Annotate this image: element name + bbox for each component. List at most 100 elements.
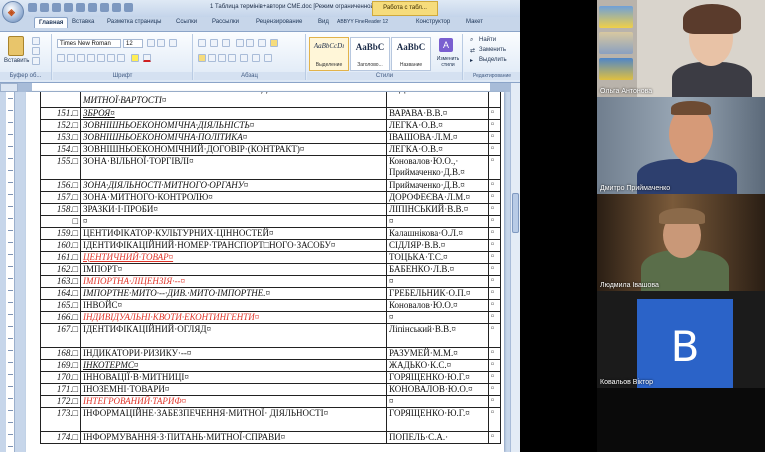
- term-cell[interactable]: ІНКОТЕРМС¤: [80, 359, 387, 372]
- end-mark[interactable]: ¤: [488, 119, 501, 132]
- replace-button[interactable]: Заменить: [479, 47, 506, 53]
- author-cell[interactable]: ГРЕБЕЛЬНИК·О.П.¤: [386, 287, 489, 300]
- end-mark[interactable]: ¤: [488, 275, 501, 288]
- term-cell[interactable]: ІНТЕГРОВАНИЙ·ТАРИФ¤: [80, 395, 387, 408]
- term-cell[interactable]: ІМПОРТ¤: [80, 263, 387, 276]
- show-marks-icon[interactable]: [270, 39, 278, 47]
- row-number[interactable]: 163.□: [40, 275, 81, 288]
- row-number[interactable]: 158.□: [40, 203, 81, 216]
- end-mark[interactable]: ¤: [488, 407, 501, 432]
- bullets-icon[interactable]: [198, 39, 206, 47]
- end-mark[interactable]: ¤: [488, 215, 501, 228]
- author-cell[interactable]: ЖАДЬКО·К.С.¤: [386, 359, 489, 372]
- font-size-select[interactable]: 12: [123, 39, 143, 48]
- end-mark[interactable]: ¤: [488, 155, 501, 180]
- style-title[interactable]: AaBbC Название: [391, 37, 431, 71]
- participant-tile[interactable]: Дмитро Приймаченко: [597, 97, 765, 194]
- author-cell[interactable]: СІДЛЯР·В.В.¤: [386, 239, 489, 252]
- font-name-select[interactable]: Times New Roman: [57, 39, 121, 48]
- term-cell[interactable]: ІНВОЙС¤: [80, 299, 387, 312]
- tab-references[interactable]: Ссылки: [176, 19, 197, 25]
- row-number[interactable]: 167.□: [40, 323, 81, 348]
- term-cell[interactable]: ІНДИВІДУАЛЬНІ·КВОТИ·ЕКОНТИНГЕНТИ¤: [80, 311, 387, 324]
- clear-format-icon[interactable]: [169, 39, 177, 47]
- vertical-scrollbar[interactable]: [510, 83, 520, 452]
- end-mark[interactable]: ¤: [488, 311, 501, 324]
- new-document-icon[interactable]: [64, 3, 73, 12]
- end-mark[interactable]: ¤: [488, 179, 501, 192]
- row-number[interactable]: 165.□: [40, 299, 81, 312]
- author-cell[interactable]: ІВАШОВА·Л.М.¤: [386, 131, 489, 144]
- tab-design[interactable]: Конструктор: [416, 19, 450, 25]
- term-cell[interactable]: ІНФОРМУВАННЯ·З·ПИТАНЬ·МИТНОЇ·СПРАВИ¤: [80, 431, 387, 444]
- author-cell[interactable]: ¤: [386, 275, 489, 288]
- align-center-icon[interactable]: [208, 54, 216, 62]
- row-number[interactable]: 161.□: [40, 251, 81, 264]
- term-cell[interactable]: ІНОЗЕМНІ·ТОВАРИ¤: [80, 383, 387, 396]
- row-number[interactable]: 172.□: [40, 395, 81, 408]
- save-icon[interactable]: [28, 3, 37, 12]
- bold-icon[interactable]: [57, 54, 65, 62]
- author-cell[interactable]: РУДА·Т.В.¤: [386, 92, 489, 108]
- row-number[interactable]: 156.□: [40, 179, 81, 192]
- strikethrough-icon[interactable]: [87, 54, 95, 62]
- participant-tile[interactable]: Ольга Антонова: [597, 0, 765, 97]
- row-number[interactable]: 151.□: [40, 107, 81, 120]
- customize-toolbar-icon[interactable]: [124, 3, 133, 12]
- author-cell[interactable]: ГОРЯЩЕНКО·Ю.Г.¤: [386, 407, 489, 432]
- term-cell[interactable]: ЗОНА·ДІЯЛЬНОСТІ·МИТНОГО·ОРГАНУ¤: [80, 179, 387, 192]
- end-mark[interactable]: ¤: [488, 359, 501, 372]
- tab-abbyy[interactable]: ABBYY FineReader 12: [337, 19, 388, 25]
- term-cell[interactable]: ЗРАЗКИ·І·ПРОБИ¤: [80, 203, 387, 216]
- multilevel-list-icon[interactable]: [222, 39, 230, 47]
- end-mark[interactable]: ¤: [488, 371, 501, 384]
- end-mark[interactable]: ¤: [488, 299, 501, 312]
- term-cell[interactable]: ЦЕНТИФІКАТОР·КУЛЬТУРНИХ·ЦІННОСТЕЙ¤: [80, 227, 387, 240]
- author-cell[interactable]: ГОРЯЩЕНКО·Ю.Г.¤: [386, 371, 489, 384]
- open-folder-icon[interactable]: [76, 3, 85, 12]
- scrollbar-thumb[interactable]: [512, 193, 519, 233]
- end-mark[interactable]: ¤: [488, 239, 501, 252]
- subscript-icon[interactable]: [97, 54, 105, 62]
- undo-icon[interactable]: [40, 3, 49, 12]
- row-number[interactable]: 152.□: [40, 119, 81, 132]
- end-mark[interactable]: ¤: [488, 383, 501, 396]
- end-mark[interactable]: ¤: [488, 107, 501, 120]
- row-number[interactable]: 166.□: [40, 311, 81, 324]
- row-number[interactable]: 153.□: [40, 131, 81, 144]
- term-cell[interactable]: ІННОВАЦІЇ·В·МИТНИЦІ¤: [80, 371, 387, 384]
- grow-font-icon[interactable]: [147, 39, 155, 47]
- author-cell[interactable]: КОНОВАЛОВ·Ю.О.¤: [386, 383, 489, 396]
- row-number[interactable]: 159.□: [40, 227, 81, 240]
- row-number[interactable]: 162.□: [40, 263, 81, 276]
- row-number[interactable]: 169.□: [40, 359, 81, 372]
- ruler-tab-selector[interactable]: [0, 83, 18, 92]
- copy-icon[interactable]: [32, 47, 40, 55]
- end-mark[interactable]: ¤: [488, 92, 501, 108]
- shrink-font-icon[interactable]: [157, 39, 165, 47]
- tab-mailings[interactable]: Рассылки: [212, 19, 239, 25]
- tab-page-layout[interactable]: Разметка страницы: [107, 19, 161, 25]
- row-number[interactable]: 154.□: [40, 143, 81, 156]
- tab-view[interactable]: Вид: [318, 19, 329, 25]
- end-mark[interactable]: ¤: [488, 347, 501, 360]
- term-cell[interactable]: ЗОНА·ВІЛЬНОЇ·ТОРГІВЛІ¤: [80, 155, 387, 180]
- paste-icon[interactable]: [8, 36, 24, 56]
- style-emphasis[interactable]: AaBbCcDı Выделение: [309, 37, 349, 71]
- term-cell[interactable]: ЗАЯВЛЕННЯ·МИТНОЇ·ВАРТОСТІ·ТОВАРІВ·ЕДЕКЛА…: [80, 92, 387, 108]
- end-mark[interactable]: ¤: [488, 191, 501, 204]
- office-button[interactable]: ◈: [2, 1, 24, 23]
- author-cell[interactable]: Приймаченко·Д.В.¤: [386, 179, 489, 192]
- decrease-indent-icon[interactable]: [236, 39, 244, 47]
- font-color-icon[interactable]: [143, 54, 151, 62]
- horizontal-ruler[interactable]: [18, 83, 520, 92]
- term-cell[interactable]: ЗОВНІШНЬОЕКОНОМІЧНА·ПОЛІТИКА¤: [80, 131, 387, 144]
- row-number[interactable]: 150.□: [40, 92, 81, 108]
- author-cell[interactable]: РАЗУМЕЙ·М.М.¤: [386, 347, 489, 360]
- author-cell[interactable]: ТОЦЬКА·Т.С.¤: [386, 251, 489, 264]
- participant-tile[interactable]: B Ковальов Віктор: [597, 291, 765, 388]
- end-mark[interactable]: ¤: [488, 227, 501, 240]
- end-mark[interactable]: ¤: [488, 143, 501, 156]
- author-cell[interactable]: Ліпінський·В.В.¤: [386, 323, 489, 348]
- author-cell[interactable]: ¤: [386, 311, 489, 324]
